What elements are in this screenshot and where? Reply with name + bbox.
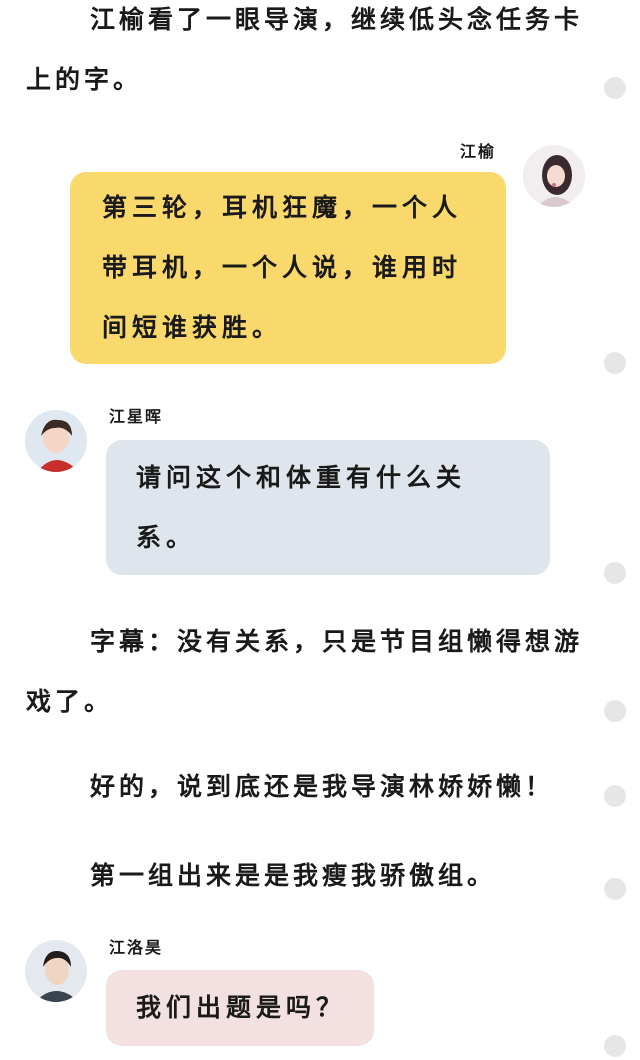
sender-name: 江洛昊 — [109, 938, 164, 957]
message-line: 请问这个和体重有什么关 — [136, 463, 467, 492]
message-line: 系。 — [136, 523, 197, 552]
comment-marker-icon[interactable] — [604, 878, 626, 900]
message-line: 第三轮，耳机狂魔，一个人 — [102, 193, 463, 222]
comment-marker-icon[interactable] — [604, 77, 626, 99]
comment-marker-icon[interactable] — [604, 700, 626, 722]
chat-bubble: 请问这个和体重有什么关 系。 — [106, 440, 550, 575]
sender-name: 江星晖 — [109, 407, 164, 426]
narration-paragraph-1: 江榆看了一眼导演，继续低头念任务卡上的字。 — [26, 5, 584, 94]
comment-marker-icon[interactable] — [604, 1035, 626, 1057]
avatar[interactable] — [523, 145, 585, 207]
narration-paragraph-2: 字幕：没有关系，只是节目组懒得想游戏了。 — [26, 627, 584, 716]
chat-bubble: 第三轮，耳机狂魔，一个人 带耳机，一个人说，谁用时 间短谁获胜。 — [70, 172, 506, 364]
boy-portrait-icon — [25, 940, 87, 1002]
chat-bubble: 我们出题是吗？ — [106, 970, 374, 1046]
sender-name: 江榆 — [460, 142, 497, 161]
comment-marker-icon[interactable] — [604, 562, 626, 584]
comment-marker-icon[interactable] — [604, 785, 626, 807]
avatar[interactable] — [25, 410, 87, 472]
boy-portrait-icon — [25, 410, 87, 472]
narration-paragraph-3: 好的，说到底还是我导演林娇娇懒！ — [90, 772, 555, 801]
avatar[interactable] — [25, 940, 87, 1002]
narration-paragraph-4: 第一组出来是是我瘦我骄傲组。 — [90, 861, 497, 890]
message-line: 我们出题是吗？ — [136, 993, 347, 1022]
girl-portrait-icon — [523, 145, 585, 207]
message-line: 带耳机，一个人说，谁用时 — [102, 253, 463, 282]
comment-marker-icon[interactable] — [604, 352, 626, 374]
message-line: 间短谁获胜。 — [102, 313, 283, 342]
